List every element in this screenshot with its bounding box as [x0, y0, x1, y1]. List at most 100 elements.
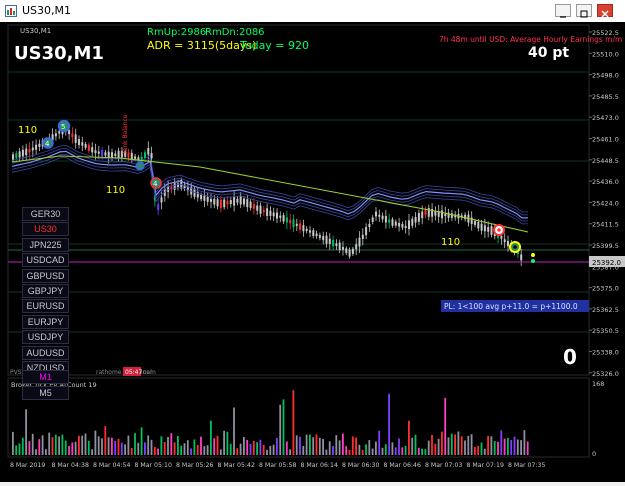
volume-bar [210, 420, 212, 455]
candle-body [384, 216, 387, 223]
timeframe-button-m5[interactable]: M5 [22, 385, 69, 400]
price-chart[interactable]: 25522.525510.025498.025485.525473.025461… [0, 22, 625, 482]
price-axis-label: 25436.0 [592, 178, 619, 186]
volume-bar [256, 442, 258, 455]
volume-bar [78, 435, 80, 455]
svg-text:4: 4 [45, 140, 50, 148]
price-axis-label: 25338.0 [592, 349, 619, 357]
time-axis-label: 8 Mar 05:10 [135, 462, 172, 469]
time-axis-label: 8 Mar 07:19 [467, 462, 504, 469]
symbol-button-eurusd[interactable]: EURUSD [22, 299, 69, 314]
candle-body [365, 227, 368, 236]
rmdn-label: RmDn:2086 [205, 27, 265, 38]
symbol-button-audusd[interactable]: AUDUSD [22, 345, 69, 360]
candle-body [38, 143, 41, 147]
minimize-icon [560, 16, 566, 18]
volume-bar [226, 431, 229, 455]
volume-bar [345, 446, 348, 455]
volume-bar [487, 436, 489, 455]
volume-bar [454, 434, 456, 455]
symbol-button-gbpjpy[interactable]: GBPJPY [22, 283, 69, 298]
volume-bar [447, 437, 450, 455]
volume-bar [299, 436, 301, 455]
candle-body [78, 139, 80, 145]
volume-bar [335, 435, 338, 455]
candle-body [312, 230, 315, 236]
volume-bar [460, 436, 463, 455]
candle-body [371, 217, 374, 222]
volume-bar [223, 430, 225, 455]
exit-marker[interactable] [493, 224, 505, 236]
volume-bar [186, 440, 189, 455]
candle-body [348, 249, 351, 257]
volume-bar [338, 440, 341, 455]
candle-body [474, 221, 476, 225]
volume-bar [246, 439, 249, 455]
volume-bar [183, 443, 186, 455]
chart-frame[interactable]: 25522.5 25510.0 25498.0 25485.5 25473.0 25461… [0, 22, 625, 482]
volume-bar [262, 445, 265, 455]
volume-bar [25, 409, 27, 455]
chart-window-icon [5, 5, 17, 17]
target-marker[interactable] [509, 241, 521, 253]
price-axis-label: 25399.5 [592, 242, 619, 250]
symbol-button-usdjpy[interactable]: USDJPY [22, 330, 69, 345]
volume-bar [295, 435, 298, 455]
price-axis-label: 25362.5 [592, 306, 619, 314]
candle-body [28, 148, 31, 153]
close-button[interactable] [597, 4, 613, 18]
symbol-button-eurjpy[interactable]: EURJPY [22, 314, 69, 329]
candle-body [305, 228, 308, 231]
timeframe-button-m1[interactable]: M1 [22, 370, 69, 384]
candle-body [31, 147, 34, 151]
volume-bar [375, 441, 377, 455]
candle-body [87, 144, 90, 151]
volume-bar [513, 436, 516, 455]
volume-bar [97, 436, 100, 455]
window-titlebar: US30,M1 [0, 0, 625, 23]
today-label: Today = 920 [239, 39, 309, 52]
volume-bar [285, 441, 288, 455]
candle-body [388, 219, 391, 223]
candle-body [266, 208, 269, 216]
symbol-button-jpn225[interactable]: JPN225 [22, 237, 69, 252]
candle-body [292, 219, 295, 228]
signal-marker-3[interactable]: 4 [150, 177, 162, 189]
candle-body [81, 142, 84, 146]
volume-bar [322, 438, 324, 455]
volume-bar [289, 449, 291, 455]
volume-bar [365, 444, 367, 455]
volume-bar [12, 431, 14, 455]
maximize-button[interactable] [576, 4, 592, 18]
candle-body [210, 199, 212, 202]
candle-body [480, 223, 483, 231]
symbol-button-ger30[interactable]: GER30 [22, 207, 69, 221]
volume-bar [117, 438, 120, 455]
candle-body [414, 217, 417, 223]
volume-bar [127, 435, 130, 455]
volume-bar [81, 435, 84, 455]
signal-marker-2[interactable]: 4 [42, 137, 54, 149]
minimize-button[interactable] [555, 4, 571, 18]
symbol-button-gbpusd[interactable]: GBPUSD [22, 268, 69, 283]
volume-bar [276, 437, 278, 455]
candle-body [91, 147, 94, 153]
candle-body [345, 248, 348, 254]
candle-body [520, 254, 523, 261]
volume-bar [424, 449, 427, 455]
symbol-button-usdcad[interactable]: USDCAD [22, 253, 69, 268]
symbol-button-us30[interactable]: US30 [22, 222, 69, 237]
volume-bar [318, 437, 321, 455]
price-axis-label: 25510.0 [592, 50, 619, 58]
volume-bar [378, 430, 381, 455]
volume-bar [266, 449, 268, 455]
volume-bar [21, 437, 24, 455]
signal-marker-1[interactable]: 5 [57, 119, 71, 133]
volume-bar [427, 440, 430, 455]
candle-body [391, 219, 394, 226]
volume-bar [348, 449, 351, 455]
signal-marker-4[interactable] [135, 161, 145, 171]
candle-body [117, 150, 120, 159]
candle-body [302, 225, 305, 232]
volume-bar [388, 393, 390, 455]
